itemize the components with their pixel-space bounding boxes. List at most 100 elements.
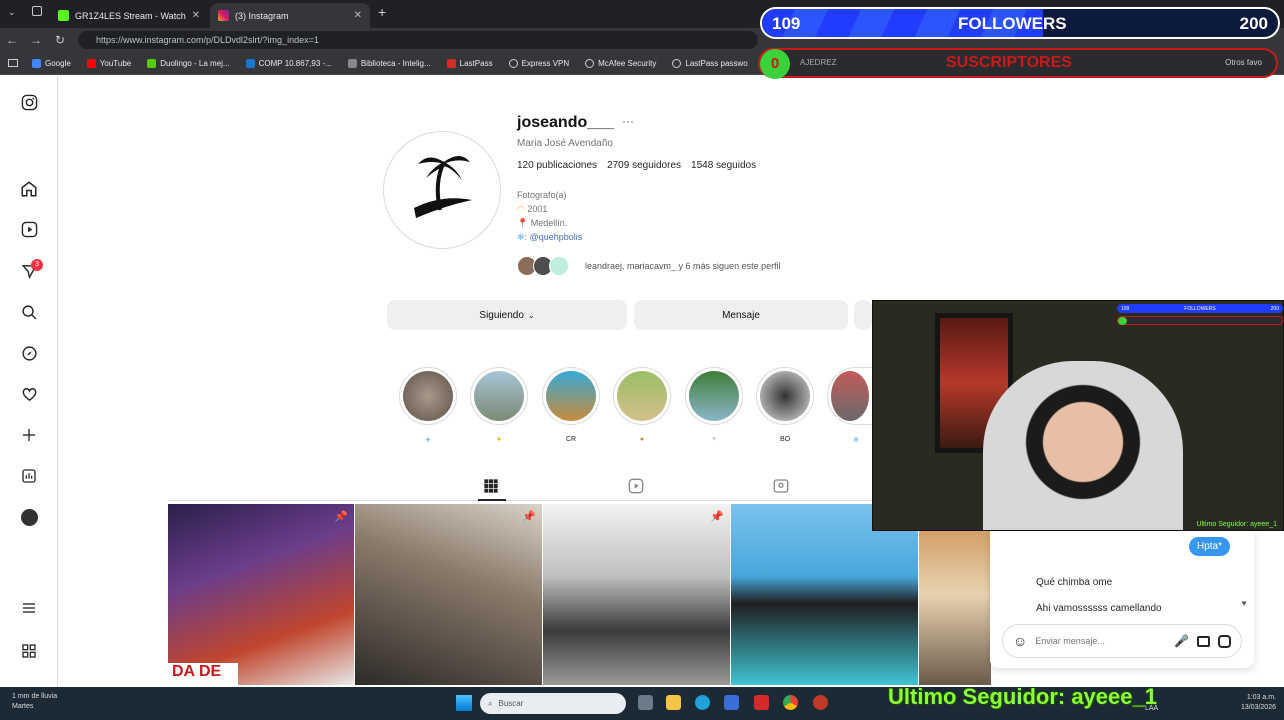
instagram-icon [218,10,229,21]
youtube-icon [86,58,96,68]
bookmark-biblioteca[interactable]: Biblioteca - Intelig... [347,58,431,68]
back-icon[interactable]: ← [0,33,24,47]
posts-count: 120 publicaciones [517,160,598,171]
biblioteca-icon [347,58,357,68]
followers-label: FOLLOWERS [958,14,1067,33]
chevron-down-icon: ⌄ [527,310,535,320]
story-highlight[interactable] [542,367,600,425]
following-count[interactable]: 1548 seguidos [691,160,756,171]
edge-icon[interactable] [695,695,710,710]
followers-current: 109 [772,14,801,33]
image-icon[interactable] [1197,635,1210,647]
task-view-icon[interactable] [638,695,653,710]
message-button[interactable]: Mensaje [634,300,848,330]
bio-line-link: ❄: @quehpbolis [517,232,583,242]
more-options-icon[interactable]: ··· [622,114,634,128]
globe-icon [672,58,682,68]
story-highlight[interactable] [613,367,671,425]
bookmark-google[interactable]: Google [32,58,71,68]
reload-icon[interactable]: ↻ [48,33,72,47]
file-explorer-icon[interactable] [666,695,681,710]
profile-picture[interactable] [383,131,501,249]
bookmark-expressvpn[interactable]: Express VPN [508,58,569,68]
tab-instagram[interactable]: (3) Instagram ✕ [210,3,370,28]
chrome-icon[interactable] [783,695,798,710]
tab-list-icon[interactable]: ⌄ [8,7,16,18]
following-button[interactable]: Siguiendo ⌄ [387,300,627,330]
palm-tree-logo [414,156,472,218]
threads-icon[interactable] [19,641,39,661]
forward-icon[interactable]: → [24,33,48,47]
close-tab-icon[interactable]: ✕ [192,10,200,21]
tab-divider [168,500,872,501]
post-thumbnail[interactable]: 📌 DA DE [168,504,354,685]
pdf-icon[interactable] [754,695,769,710]
sticker-icon[interactable] [1218,634,1231,648]
bookmark-lastpass[interactable]: LastPass [446,58,493,68]
other-bookmarks[interactable]: Otros favo [1225,58,1262,67]
pin-icon: 📌 [334,511,348,523]
store-icon[interactable] [724,695,739,710]
story-highlight[interactable] [399,367,457,425]
story-highlight[interactable] [470,367,528,425]
emoji-icon[interactable]: ☺ [1013,633,1027,649]
microphone-icon[interactable]: 🎤 [1174,634,1189,648]
new-tab-icon[interactable]: + [378,4,386,20]
bookmark-mcafee[interactable]: McAfee Security [585,58,656,68]
system-clock[interactable]: 1:03 a.m. 13/03/2026 [1241,693,1276,713]
subs-count: 0 [760,49,790,79]
workspace-icon[interactable] [32,6,42,16]
story-highlight[interactable] [685,367,743,425]
dashboard-icon[interactable] [19,466,39,486]
bookmark-lastpass-passwords[interactable]: LastPass passwo [672,58,748,68]
weather-widget[interactable]: 1 mm de lluvia Martes [12,692,57,712]
menu-icon[interactable] [19,598,39,618]
mini-followers-bar: 109 FOLLOWERS 200 [1117,304,1283,313]
message-input[interactable]: ☺ Enviar mensaje... 🎤 [1002,624,1242,658]
tab-stream[interactable]: GR1Z4LES Stream - Watch Live on ✕ [50,3,208,28]
bio-category: Fotografo(a) [517,190,567,200]
snowflake-icon: ❄ [517,232,525,242]
search-icon[interactable] [19,302,39,322]
home-icon[interactable] [19,179,39,199]
followed-by[interactable]: leandraej, mariacavm_ y 6 más siguen est… [517,256,781,276]
story-highlight[interactable] [827,367,872,425]
apps-icon[interactable] [8,59,18,67]
profile-username: joseando___ [517,114,614,131]
bio-link[interactable]: @quehpbolis [530,232,583,242]
followers-count[interactable]: 2709 seguidores [607,160,681,171]
sent-message: Hpta* [1188,537,1230,556]
highlight-label: ✈ [425,437,431,444]
post-thumbnail[interactable] [919,504,991,685]
story-highlight[interactable] [756,367,814,425]
posts-grid-tab-icon[interactable] [483,478,501,496]
add-person-button[interactable] [854,300,872,330]
subs-label: SUSCRIPTORES [946,54,1072,71]
explore-icon[interactable] [19,343,39,363]
heart-icon[interactable] [19,384,39,404]
profile-stats: 120 publicaciones 2709 seguidores 1548 s… [517,160,756,171]
pin-icon: 📌 [522,511,536,523]
kick-icon [58,10,69,21]
close-tab-icon[interactable]: ✕ [354,10,362,21]
profile-avatar[interactable] [19,507,39,527]
instagram-logo-icon[interactable] [19,92,39,112]
create-icon[interactable] [19,425,39,445]
post-thumbnail[interactable]: 📌 [355,504,542,685]
reels-tab-icon[interactable] [628,478,646,496]
bookmark-youtube[interactable]: YouTube [86,58,131,68]
url-bar[interactable]: https://www.instagram.com/p/DLDvdl2slrt/… [78,31,758,49]
post-thumbnail[interactable]: 📌 [543,504,730,685]
highlight-label: ● [639,436,645,443]
app-icon[interactable] [813,695,828,710]
tagged-tab-icon[interactable] [773,478,791,496]
ajedrez-bookmark[interactable]: AJEDREZ [800,58,836,67]
scroll-down-icon[interactable]: ▼ [1240,599,1248,608]
post-thumbnail[interactable] [731,504,918,685]
bookmark-duolingo[interactable]: Duolingo - La mej... [147,58,230,68]
bookmark-comp[interactable]: COMP 10.867,93 -... [245,58,332,68]
taskbar-search[interactable]: ⌕ Buscar [480,693,626,714]
received-message: Ahi vamossssss camellando [1036,603,1162,614]
reels-icon[interactable] [19,219,39,239]
windows-start-icon[interactable] [456,695,472,711]
